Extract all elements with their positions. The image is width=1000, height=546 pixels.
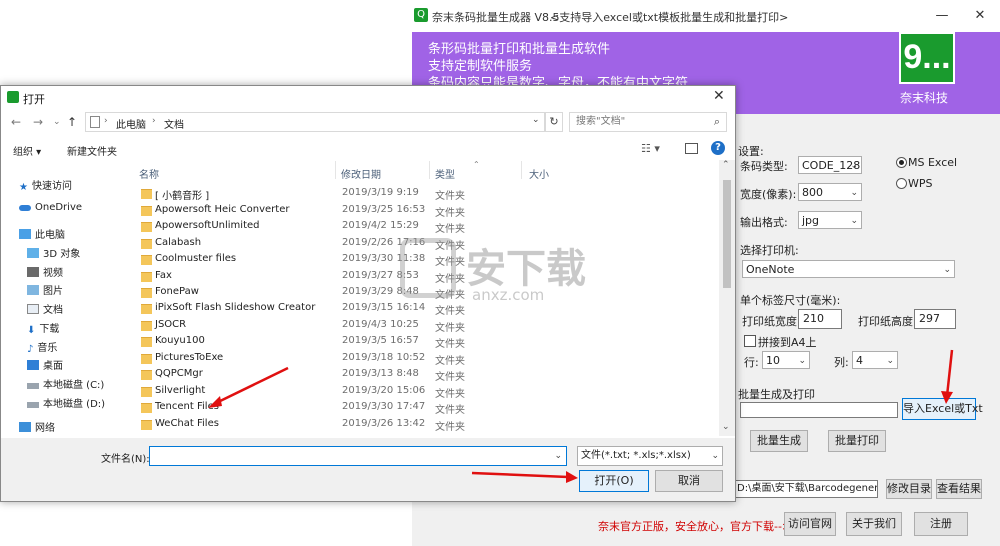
arrow-to-tencent-files <box>208 366 289 408</box>
annotation-arrows <box>208 349 954 483</box>
arrow-to-import-button <box>941 349 954 404</box>
arrow-to-open-button <box>471 471 578 483</box>
